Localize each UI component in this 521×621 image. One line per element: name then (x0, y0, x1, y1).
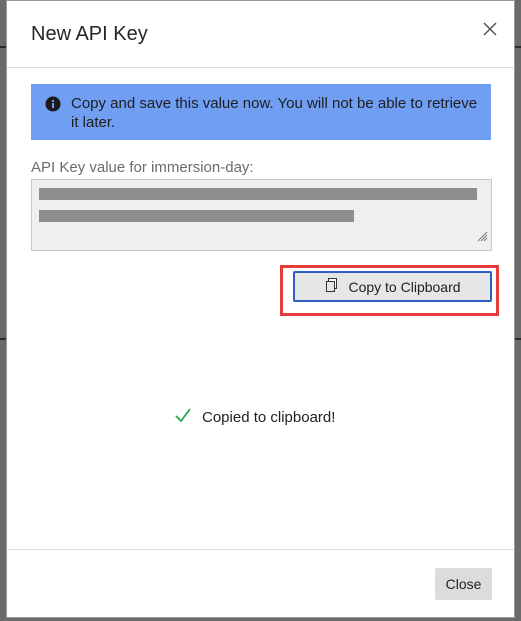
resize-grip-icon[interactable] (477, 229, 488, 247)
dialog-title: New API Key (31, 23, 148, 45)
copy-button-label: Copy to Clipboard (348, 278, 461, 295)
api-key-label: API Key value for immersion-day: (31, 159, 254, 176)
info-icon (45, 96, 61, 117)
copy-status: Copied to clipboard! (174, 407, 335, 427)
status-text: Copied to clipboard! (202, 408, 336, 426)
copy-icon (324, 277, 340, 296)
dialog-footer-divider (7, 549, 514, 550)
copy-to-clipboard-button[interactable]: Copy to Clipboard (293, 271, 492, 302)
redacted-key-line-1 (39, 188, 477, 200)
alert-text: Copy and save this value now. You will n… (71, 95, 478, 131)
checkmark-icon (174, 407, 192, 427)
info-alert: Copy and save this value now. You will n… (31, 84, 491, 140)
close-button[interactable]: Close (435, 568, 492, 600)
dialog-header: New API Key (7, 1, 514, 68)
api-key-dialog: New API Key Copy and save this value now… (6, 0, 515, 618)
close-icon[interactable] (480, 19, 500, 39)
redacted-key-line-2 (39, 210, 354, 222)
api-key-textarea[interactable] (31, 179, 492, 251)
